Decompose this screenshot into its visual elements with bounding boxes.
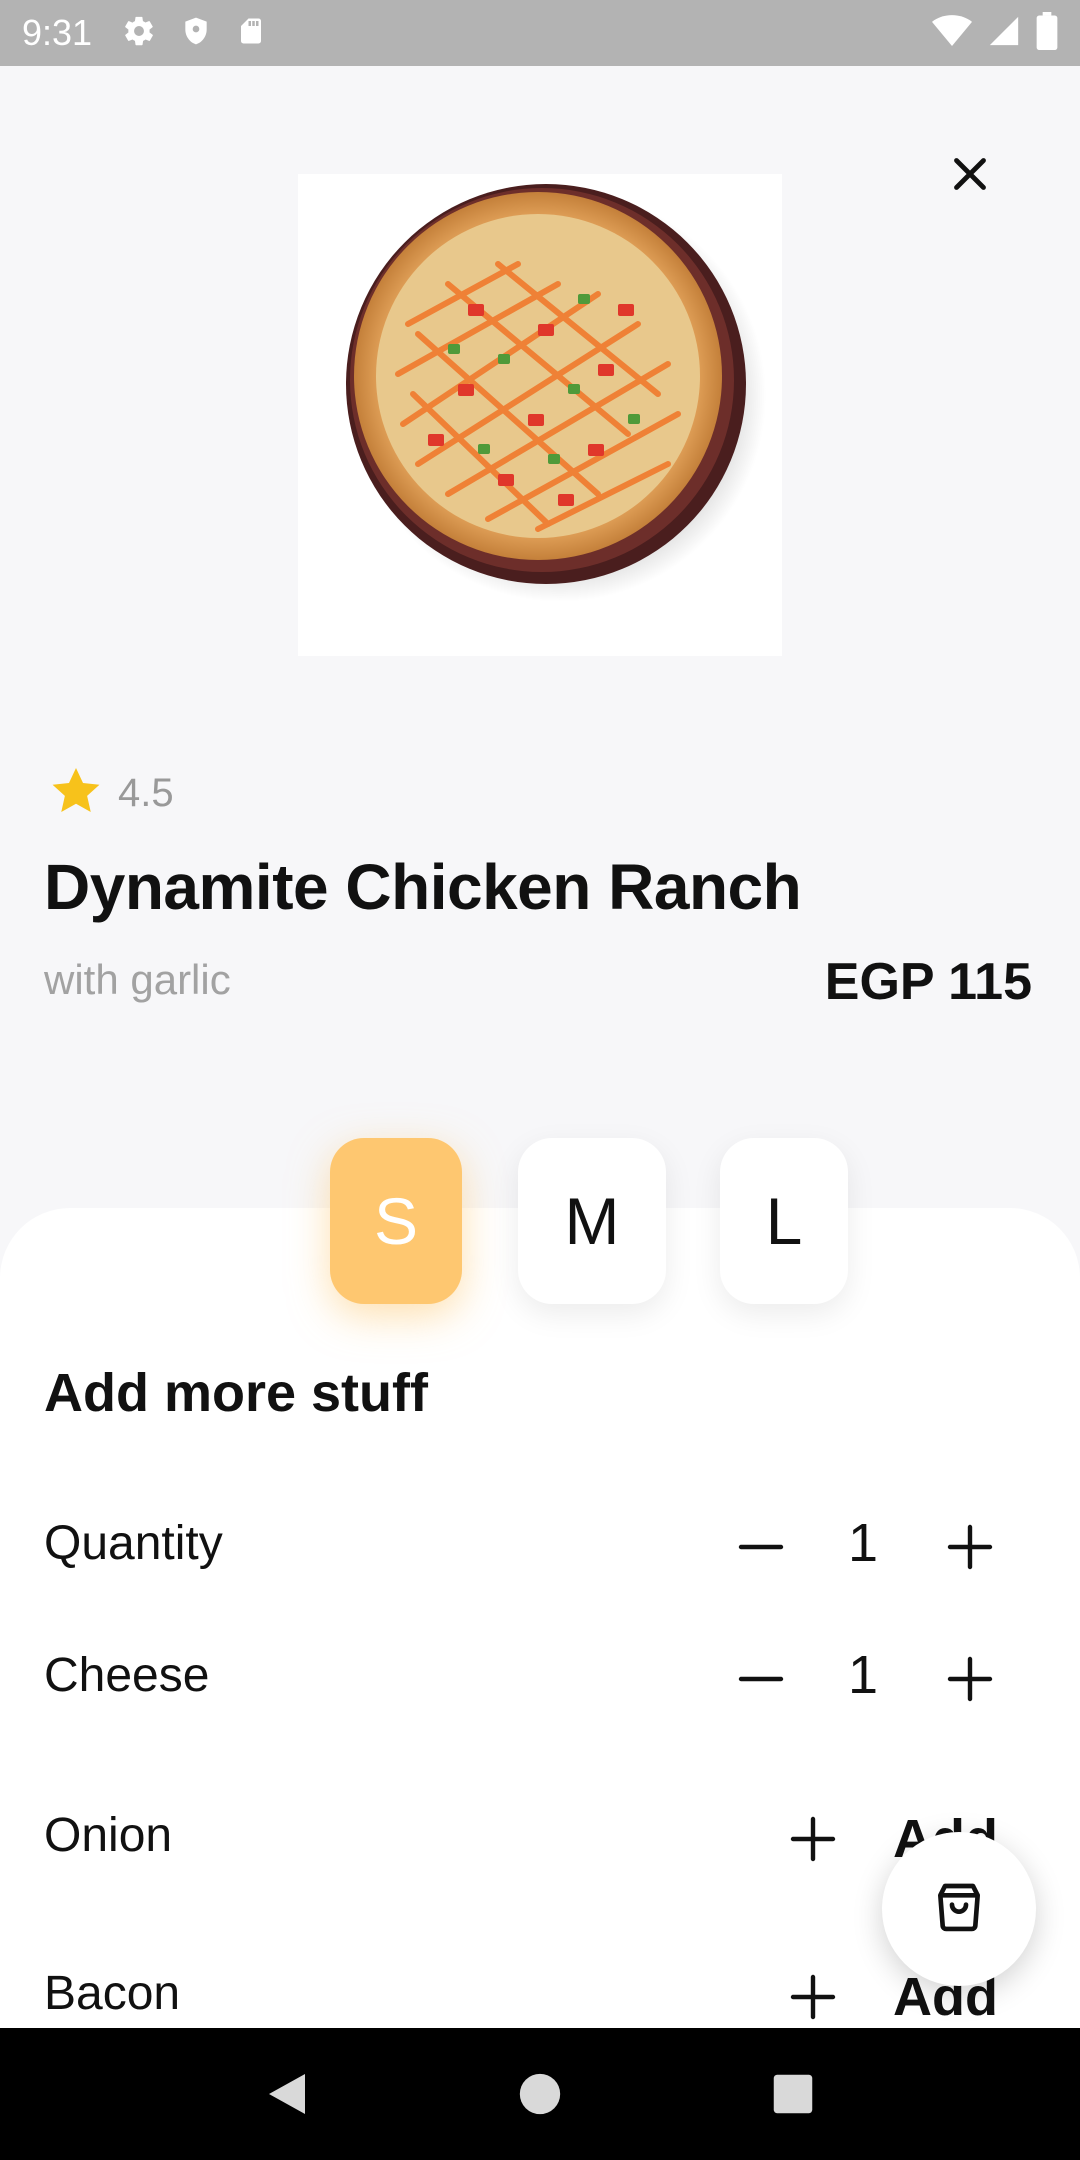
close-button[interactable]: [935, 146, 1005, 206]
size-option-m[interactable]: M: [518, 1138, 666, 1304]
star-icon: [46, 762, 106, 825]
decrement-button[interactable]: [726, 1512, 796, 1582]
product-subtitle: with garlic: [44, 956, 231, 1003]
plus-icon: [947, 1656, 993, 1702]
recents-icon: [774, 2074, 813, 2114]
battery-icon: [1036, 11, 1058, 55]
cart-button[interactable]: [882, 1832, 1036, 1986]
sd-card-icon: [236, 14, 266, 53]
rating-value: 4.5: [118, 771, 174, 815]
rating: 4.5: [46, 762, 174, 825]
home-button[interactable]: [500, 2054, 580, 2134]
shopping-bag-icon: [931, 1879, 987, 1940]
row-label: Cheese: [44, 1649, 210, 1702]
product-price: EGP 115: [824, 953, 1032, 1011]
shield-icon: [180, 14, 212, 53]
minus-icon: [738, 1676, 784, 1682]
plus-icon: [947, 1524, 993, 1570]
product-image: [298, 174, 782, 656]
product-title: Dynamite Chicken Ranch: [44, 851, 802, 923]
extras-title: Add more stuff: [44, 1363, 428, 1423]
size-option-s[interactable]: S: [330, 1138, 462, 1304]
cheese-value: 1: [847, 1645, 879, 1705]
back-button[interactable]: [247, 2054, 327, 2134]
row-label: Quantity: [44, 1517, 223, 1570]
increment-button[interactable]: [935, 1512, 1005, 1582]
close-icon: [952, 156, 988, 197]
row-label: Onion: [44, 1809, 173, 1862]
quantity-row: Quantity 1: [0, 1502, 1080, 1592]
status-bar: 9:31: [0, 0, 1080, 66]
cheese-row: Cheese 1: [0, 1634, 1080, 1724]
minus-icon: [738, 1544, 784, 1550]
wifi-icon: [932, 14, 972, 53]
add-plus-button[interactable]: [778, 1804, 848, 1874]
home-icon: [519, 2073, 561, 2115]
signal-icon: [986, 14, 1022, 53]
settings-icon: [122, 14, 156, 53]
increment-button[interactable]: [935, 1644, 1005, 1714]
back-icon: [268, 2074, 305, 2114]
plus-icon: [790, 1974, 836, 2020]
recents-button[interactable]: [753, 2054, 833, 2134]
size-option-l[interactable]: L: [720, 1138, 848, 1304]
quantity-value: 1: [847, 1513, 879, 1573]
row-label: Bacon: [44, 1967, 181, 2020]
size-selector: S M L: [0, 1138, 1080, 1304]
status-time: 9:31: [22, 12, 93, 53]
add-plus-button[interactable]: [778, 1962, 848, 2028]
navigation-bar: [0, 2028, 1080, 2160]
decrement-button[interactable]: [726, 1644, 796, 1714]
plus-icon: [790, 1816, 836, 1862]
